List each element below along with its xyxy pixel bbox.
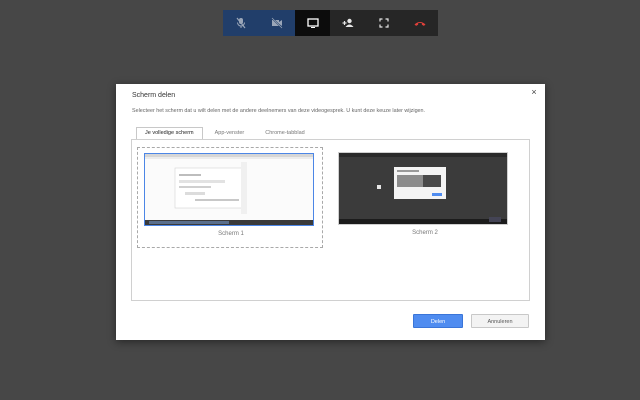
camera-off-icon: [271, 17, 283, 29]
screen-1-thumbnail: [144, 153, 314, 226]
screen-share-button[interactable]: [294, 10, 331, 36]
screen-1-preview-image: [145, 154, 313, 225]
tab-chrome-tab[interactable]: Chrome-tabblad: [256, 127, 313, 139]
hang-up-button[interactable]: [402, 10, 438, 36]
screen-2-preview-image: [339, 153, 507, 224]
dialog-title: Scherm delen: [132, 92, 176, 99]
fullscreen-icon: [379, 18, 389, 28]
screen-2-thumbnail: [338, 152, 508, 225]
screen-1-label: Scherm 1: [218, 231, 244, 237]
mic-muted-icon: [236, 17, 246, 29]
close-icon[interactable]: ×: [529, 87, 539, 97]
hang-up-icon: [414, 22, 426, 26]
screen-option-1[interactable]: Scherm 1: [137, 147, 323, 248]
screen-2-label: Scherm 2: [412, 230, 438, 236]
add-person-icon: [342, 18, 354, 27]
share-screen-dialog: Scherm delen × Selecteer het scherm dat …: [116, 84, 545, 340]
screen-share-icon: [306, 18, 319, 28]
mic-toggle-button[interactable]: [223, 10, 259, 36]
camera-toggle-button[interactable]: [258, 10, 295, 36]
tab-bar: Je volledige scherm App-venster Chrome-t…: [136, 127, 317, 139]
screen-option-2[interactable]: Scherm 2: [332, 147, 518, 248]
tab-entire-screen[interactable]: Je volledige scherm: [136, 127, 203, 139]
tab-application-window[interactable]: App-venster: [206, 127, 254, 139]
share-button[interactable]: Delen: [413, 314, 463, 328]
add-person-button[interactable]: [330, 10, 367, 36]
fullscreen-button[interactable]: [366, 10, 403, 36]
call-toolbar: [223, 10, 438, 36]
dialog-description: Selecteer het scherm dat u wilt delen me…: [132, 108, 426, 114]
cancel-button[interactable]: Annuleren: [471, 314, 529, 328]
screen-picker: Scherm 1 Scherm 2: [131, 139, 530, 301]
